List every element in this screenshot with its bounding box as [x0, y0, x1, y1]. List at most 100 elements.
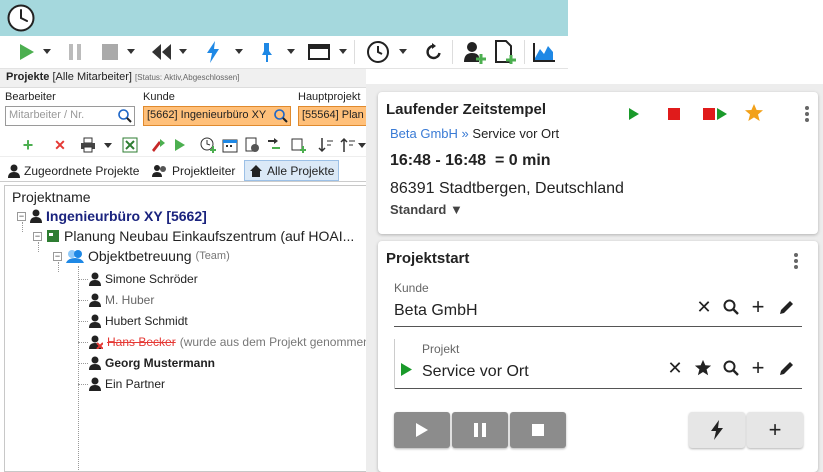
tab-alle-projekte[interactable]: Alle Projekte [244, 160, 340, 181]
add-icon[interactable]: + [748, 355, 768, 380]
collapse-toggle[interactable]: − [17, 211, 26, 221]
stop-icon[interactable] [98, 38, 122, 66]
project-tree: Projektname − Ingenieurbüro XY [5662] − … [4, 185, 366, 472]
more-options-icon[interactable] [794, 253, 798, 269]
window-icon[interactable] [306, 38, 332, 66]
stop-and-play-icon[interactable] [702, 104, 728, 124]
kunde-input[interactable]: [5662] Ingenieurbüro XY [143, 106, 291, 126]
collapse-toggle[interactable]: − [53, 251, 62, 261]
pin-icon[interactable] [256, 38, 278, 66]
projekt-field-label: Projekt [422, 342, 460, 356]
copy-add-icon[interactable] [290, 137, 306, 153]
tab-zugeordnete-projekte[interactable]: Zugeordnete Projekte [4, 160, 143, 181]
start-button[interactable] [394, 412, 450, 448]
tree-column-header[interactable]: Projektname [12, 189, 91, 205]
play-icon[interactable] [396, 359, 416, 379]
clear-icon[interactable]: ✕ [665, 358, 685, 378]
running-timestamp-card: Laufender Zeitstempel Beta GmbH » Servic… [378, 92, 818, 234]
hauptprojekt-value: [55564] Plan [302, 109, 364, 121]
user-icon [8, 164, 20, 178]
print-icon[interactable] [80, 137, 96, 153]
tree-member[interactable]: Hubert Schmidt [89, 311, 188, 331]
sort-up-icon[interactable] [340, 137, 356, 153]
tree-member[interactable]: Georg Mustermann [89, 353, 215, 373]
home-icon [250, 164, 262, 177]
play-dropdown-caret[interactable] [43, 49, 51, 54]
tree-node-team[interactable]: − Objektbetreuung (Team) [53, 246, 230, 266]
edit-icon[interactable] [777, 358, 797, 378]
tree-node-project[interactable]: − Planung Neubau Einkaufszentrum (auf HO… [33, 226, 354, 246]
tab-projektleiter[interactable]: Projektleiter [148, 160, 239, 181]
bearbeiter-input[interactable]: Mitarbeiter / Nr. [5, 106, 135, 126]
more-options-icon[interactable] [805, 106, 809, 122]
tree-member[interactable]: Simone Schröder [89, 269, 198, 289]
team-icon [66, 250, 84, 263]
rewind-dropdown-caret[interactable] [179, 49, 187, 54]
rewind-icon[interactable] [148, 38, 176, 66]
projekt-field-border [394, 339, 395, 389]
running-location: 86391 Stadtbergen, Deutschland [390, 180, 624, 197]
tab-label: Projektleiter [172, 163, 236, 178]
stop-button[interactable] [510, 412, 566, 448]
lightning-dropdown-caret[interactable] [235, 49, 243, 54]
stop-dropdown-caret[interactable] [127, 49, 135, 54]
edit-icon[interactable] [777, 297, 797, 317]
clock-dropdown-caret[interactable] [399, 49, 407, 54]
tree-member[interactable]: Ein Partner [89, 374, 165, 394]
running-type-dropdown[interactable]: Standard ▼ [390, 202, 463, 217]
user-add-icon[interactable] [460, 38, 488, 66]
bearbeiter-label: Bearbeiter [5, 91, 56, 103]
star-icon[interactable] [744, 103, 764, 123]
play-icon[interactable] [624, 104, 644, 124]
collapse-toggle[interactable]: − [33, 231, 42, 241]
add-icon[interactable]: + [20, 135, 36, 155]
customer-icon [30, 209, 42, 223]
calendar-icon[interactable] [222, 137, 238, 153]
projects-action-bar: + ✕ [0, 133, 366, 157]
print-dropdown-caret[interactable] [104, 143, 112, 148]
bearbeiter-placeholder: Mitarbeiter / Nr. [9, 109, 85, 121]
hauptprojekt-input[interactable]: [55564] Plan [298, 106, 366, 126]
window-dropdown-caret[interactable] [339, 49, 347, 54]
tree-member[interactable]: M. Huber [89, 290, 154, 310]
running-customer-link[interactable]: Beta GmbH [390, 126, 458, 141]
clock-icon[interactable] [364, 38, 392, 66]
sort-down-icon[interactable] [318, 137, 334, 153]
edit-play-icon[interactable] [150, 137, 166, 153]
running-time: 16:48 - 16:48 = 0 min [390, 152, 551, 169]
pause-icon[interactable] [63, 38, 87, 66]
settings-doc-icon[interactable] [244, 137, 260, 153]
start-icon[interactable] [172, 137, 188, 153]
lightning-icon[interactable] [202, 38, 224, 66]
search-icon[interactable] [118, 109, 132, 123]
search-icon[interactable] [721, 297, 741, 317]
pause-button[interactable] [452, 412, 508, 448]
add-icon[interactable]: + [748, 294, 768, 319]
play-icon[interactable] [14, 38, 38, 66]
pin-dropdown-caret[interactable] [287, 49, 295, 54]
document-add-icon[interactable] [492, 38, 518, 66]
add-entry-button[interactable]: + [747, 412, 803, 448]
play-icon [416, 423, 428, 437]
search-icon[interactable] [274, 109, 288, 123]
quick-start-button[interactable] [689, 412, 745, 448]
sort-dropdown-caret[interactable] [358, 143, 366, 148]
stop-icon[interactable] [664, 104, 684, 124]
clear-icon[interactable]: ✕ [694, 297, 714, 317]
tree-member[interactable]: Hans Becker (wurde aus dem Projekt genom… [89, 332, 366, 352]
delete-icon[interactable]: ✕ [52, 137, 68, 153]
transfer-icon[interactable] [266, 137, 282, 153]
search-icon[interactable] [721, 358, 741, 378]
project-icon [47, 230, 59, 242]
kunde-field-value[interactable]: Beta GmbH [394, 302, 478, 320]
excel-icon[interactable] [122, 137, 138, 153]
breadcrumb-separator: » [461, 126, 469, 141]
tree-node-customer[interactable]: − Ingenieurbüro XY [5662] [17, 206, 207, 226]
project-name: Planung Neubau Einkaufszentrum (auf HOAI… [64, 228, 355, 244]
clock-add-icon[interactable] [200, 137, 216, 153]
running-breadcrumb: Beta GmbH » Service vor Ort [390, 126, 559, 141]
chart-icon[interactable] [530, 38, 558, 66]
star-icon[interactable] [693, 358, 713, 378]
projekt-field-value[interactable]: Service vor Ort [422, 363, 529, 381]
refresh-icon[interactable] [423, 38, 445, 66]
